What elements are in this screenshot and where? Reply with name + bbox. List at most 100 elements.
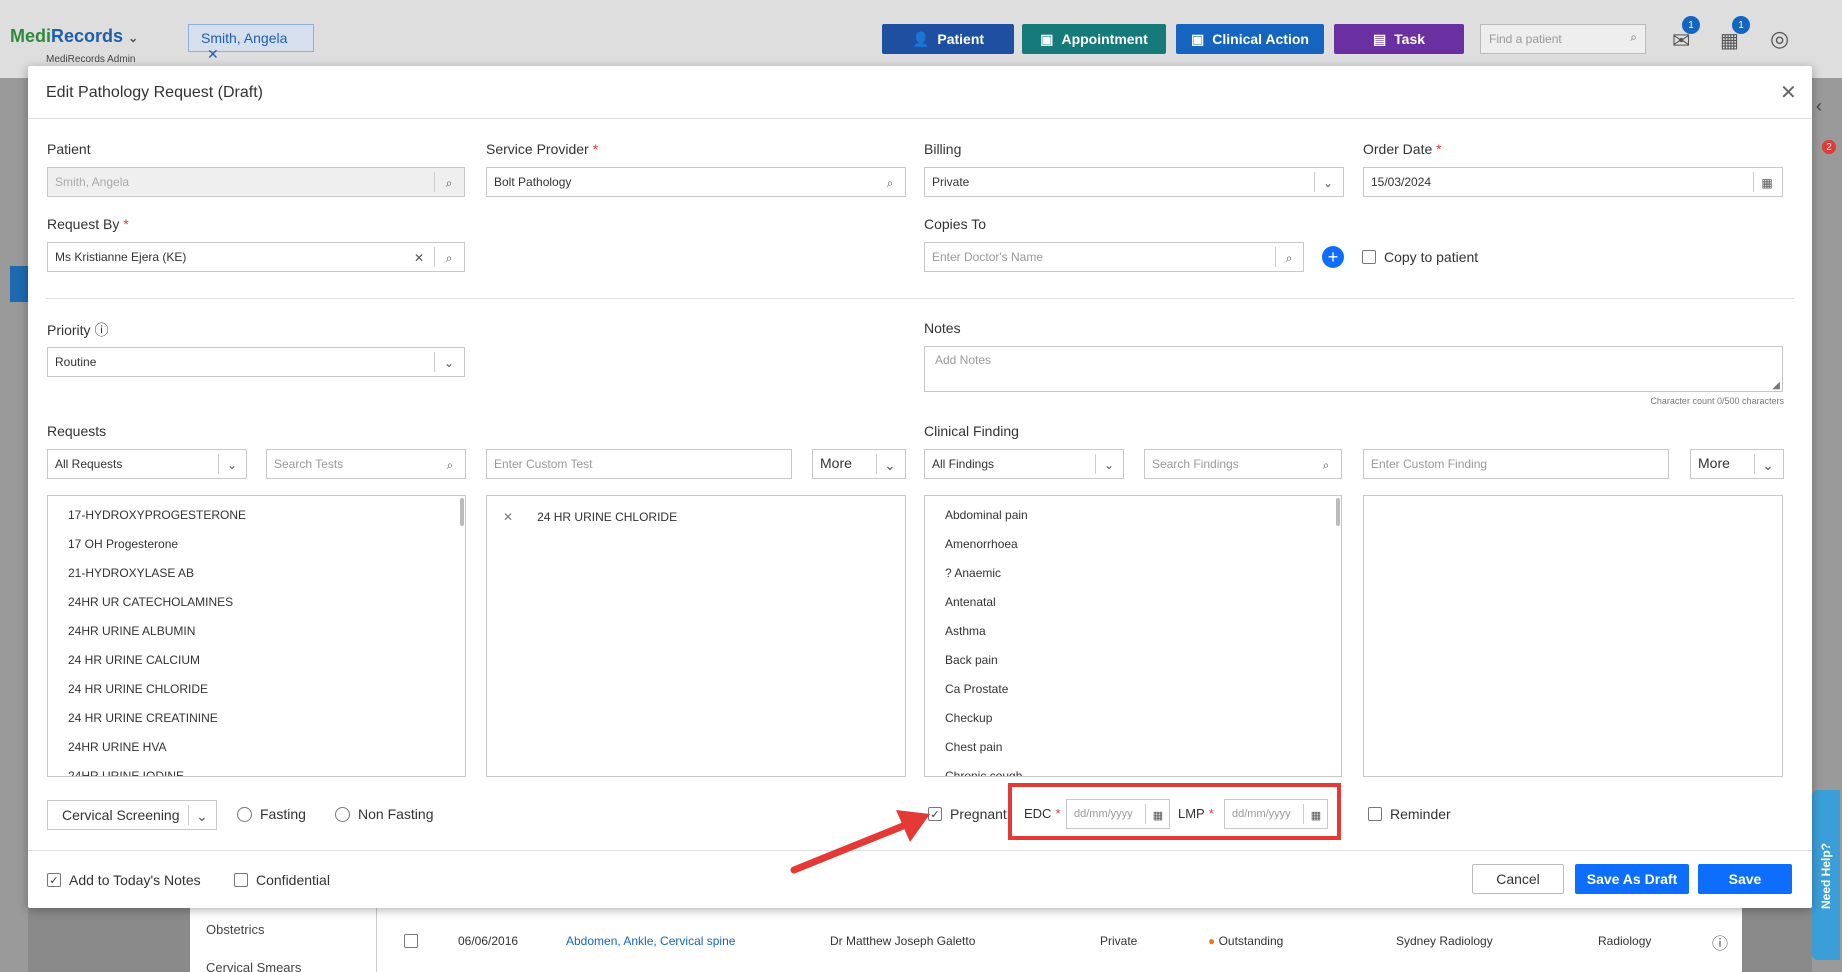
user-menu-icon[interactable]: ◎ — [1770, 26, 1789, 52]
list-item[interactable]: 24HR URINE IODINE — [48, 761, 465, 777]
fasting-option[interactable]: Fasting — [237, 806, 306, 822]
custom-test-input[interactable]: Enter Custom Test — [486, 449, 792, 479]
findings-list[interactable]: Abdominal pain Amenorrhoea ? Anaemic Ant… — [924, 495, 1342, 777]
resize-handle-icon[interactable]: ◢ — [1772, 380, 1780, 391]
copies-to-input[interactable]: Enter Doctor's Name ⌕ — [924, 242, 1304, 272]
requests-filter-select[interactable]: All Requests ⌄ — [47, 449, 247, 479]
find-patient-input[interactable]: Find a patient ⌕ — [1480, 24, 1646, 54]
list-item[interactable]: 24 HR URINE CHLORIDE — [48, 674, 465, 703]
chevron-down-icon[interactable]: ⌄ — [191, 805, 213, 827]
reminder-checkbox[interactable] — [1368, 807, 1382, 821]
list-item[interactable]: Back pain — [925, 645, 1341, 674]
app-logo[interactable]: MediRecords ⌄ — [10, 26, 138, 47]
side-item-cervical[interactable]: Cervical Smears — [206, 960, 301, 972]
tests-list[interactable]: 17-HYDROXYPROGESTERONE 17 OH Progesteron… — [47, 495, 466, 777]
save-button[interactable]: Save — [1698, 864, 1792, 894]
search-icon[interactable]: ⌕ — [1315, 454, 1337, 476]
clinical-action-button[interactable]: ▣ Clinical Action — [1176, 24, 1324, 54]
modal-title: Edit Pathology Request (Draft) — [46, 84, 263, 101]
chevron-down-icon[interactable]: ⌄ — [438, 352, 460, 374]
copy-to-patient-option[interactable]: Copy to patient — [1362, 249, 1478, 265]
order-date-input[interactable]: 15/03/2024 ▦ — [1363, 167, 1783, 197]
list-item[interactable]: 24 HR URINE CREATININE — [48, 703, 465, 732]
briefcase-icon: ▣ — [1191, 30, 1205, 47]
billing-select[interactable]: Private ⌄ — [924, 167, 1344, 197]
custom-finding-input[interactable]: Enter Custom Finding — [1363, 449, 1669, 479]
patient-tab[interactable]: Smith, Angela ✕ — [188, 24, 314, 62]
list-item[interactable]: 24HR UR CATECHOLAMINES — [48, 587, 465, 616]
requests-more-select[interactable]: More ⌄ — [812, 449, 906, 479]
list-item[interactable]: 24HR URINE HVA — [48, 732, 465, 761]
patient-button[interactable]: 👤 Patient — [882, 24, 1014, 54]
notes-textarea[interactable]: Add Notes ◢ — [924, 346, 1783, 392]
chevron-left-icon[interactable]: ‹ — [1816, 96, 1822, 117]
scrollbar[interactable] — [1336, 498, 1340, 526]
list-item[interactable]: 17 OH Progesterone — [48, 529, 465, 558]
row-regions-link[interactable]: Abdomen, Ankle, Cervical spine — [566, 934, 735, 948]
list-item[interactable]: Amenorrhoea — [925, 529, 1341, 558]
close-icon[interactable]: ✕ — [1780, 80, 1797, 105]
add-to-notes-option[interactable]: ✓ Add to Today's Notes — [47, 872, 201, 888]
confidential-checkbox[interactable] — [234, 873, 248, 887]
chevron-down-icon[interactable]: ⌄ — [1317, 172, 1339, 194]
non-fasting-option[interactable]: Non Fasting — [335, 806, 433, 822]
clear-icon[interactable]: ✕ — [408, 247, 430, 269]
search-icon[interactable]: ⌕ — [1278, 247, 1300, 269]
task-button[interactable]: ▤ Task — [1334, 24, 1464, 54]
nav-active-item[interactable] — [10, 266, 28, 302]
copies-to-label: Copies To — [924, 216, 987, 232]
save-as-draft-button[interactable]: Save As Draft — [1575, 864, 1689, 894]
row-date: 06/06/2016 — [458, 934, 519, 948]
list-item[interactable]: Chest pain — [925, 732, 1341, 761]
add-to-notes-checkbox[interactable]: ✓ — [47, 873, 61, 887]
search-icon[interactable]: ⌕ — [438, 247, 460, 269]
mail-badge: 1 — [1682, 16, 1700, 34]
list-item[interactable]: ? Anaemic — [925, 558, 1341, 587]
list-item[interactable]: 17-HYDROXYPROGESTERONE — [48, 500, 465, 529]
list-item[interactable]: Chronic cough — [925, 761, 1341, 777]
list-item[interactable]: 21-HYDROXYLASE AB — [48, 558, 465, 587]
service-provider-input[interactable]: Bolt Pathology ⌕ — [486, 167, 906, 197]
info-icon[interactable]: ⓘ — [1712, 930, 1728, 954]
close-icon[interactable]: ✕ — [207, 46, 219, 62]
search-findings-input[interactable]: Search Findings ⌕ — [1144, 449, 1342, 479]
info-icon[interactable]: ⓘ — [94, 322, 108, 338]
findings-filter-select[interactable]: All Findings ⌄ — [924, 449, 1124, 479]
calendar-icon[interactable]: ▦ — [1756, 172, 1778, 194]
list-item[interactable]: 24 HR URINE CALCIUM — [48, 645, 465, 674]
user-plus-icon: 👤 — [911, 30, 930, 47]
list-item[interactable]: Checkup — [925, 703, 1341, 732]
row-checkbox[interactable] — [404, 934, 418, 948]
chevron-down-icon[interactable]: ⌄ — [1757, 454, 1779, 476]
remove-icon[interactable]: ✕ — [503, 510, 513, 524]
copy-to-patient-checkbox[interactable] — [1362, 250, 1376, 264]
list-item[interactable]: Ca Prostate — [925, 674, 1341, 703]
confidential-option[interactable]: Confidential — [234, 872, 330, 888]
list-item[interactable]: Antenatal — [925, 587, 1341, 616]
list-item[interactable]: 24HR URINE ALBUMIN — [48, 616, 465, 645]
need-help-tab[interactable]: Need Help? — [1812, 790, 1840, 960]
cancel-button[interactable]: Cancel — [1472, 864, 1564, 894]
chevron-down-icon[interactable]: ⌄ — [879, 454, 901, 476]
request-by-input[interactable]: Ms Kristianne Ejera (KE) ✕ ⌕ — [47, 242, 465, 272]
appointment-button[interactable]: ▣ Appointment — [1022, 24, 1166, 54]
list-item[interactable]: Abdominal pain — [925, 500, 1341, 529]
add-doctor-icon[interactable]: + — [1322, 246, 1344, 268]
chevron-down-icon[interactable]: ⌄ — [1098, 454, 1120, 476]
reminder-option[interactable]: Reminder — [1368, 806, 1451, 822]
side-item-obstetrics[interactable]: Obstetrics — [206, 922, 265, 937]
chevron-down-icon[interactable]: ⌄ — [128, 31, 138, 45]
search-icon[interactable]: ⌕ — [439, 454, 461, 476]
search-icon[interactable]: ⌕ — [879, 172, 901, 194]
non-fasting-radio[interactable] — [335, 806, 350, 822]
section-divider — [46, 298, 1794, 299]
search-tests-input[interactable]: Search Tests ⌕ — [266, 449, 466, 479]
cervical-screening-select[interactable]: Cervical Screening ⌄ — [47, 800, 217, 830]
findings-more-select[interactable]: More ⌄ — [1690, 449, 1784, 479]
list-item[interactable]: Asthma — [925, 616, 1341, 645]
fasting-radio[interactable] — [237, 806, 252, 822]
chevron-down-icon[interactable]: ⌄ — [221, 454, 243, 476]
priority-select[interactable]: Routine ⌄ — [47, 347, 465, 377]
scrollbar[interactable] — [460, 498, 464, 526]
side-badge: 2 — [1822, 140, 1836, 154]
